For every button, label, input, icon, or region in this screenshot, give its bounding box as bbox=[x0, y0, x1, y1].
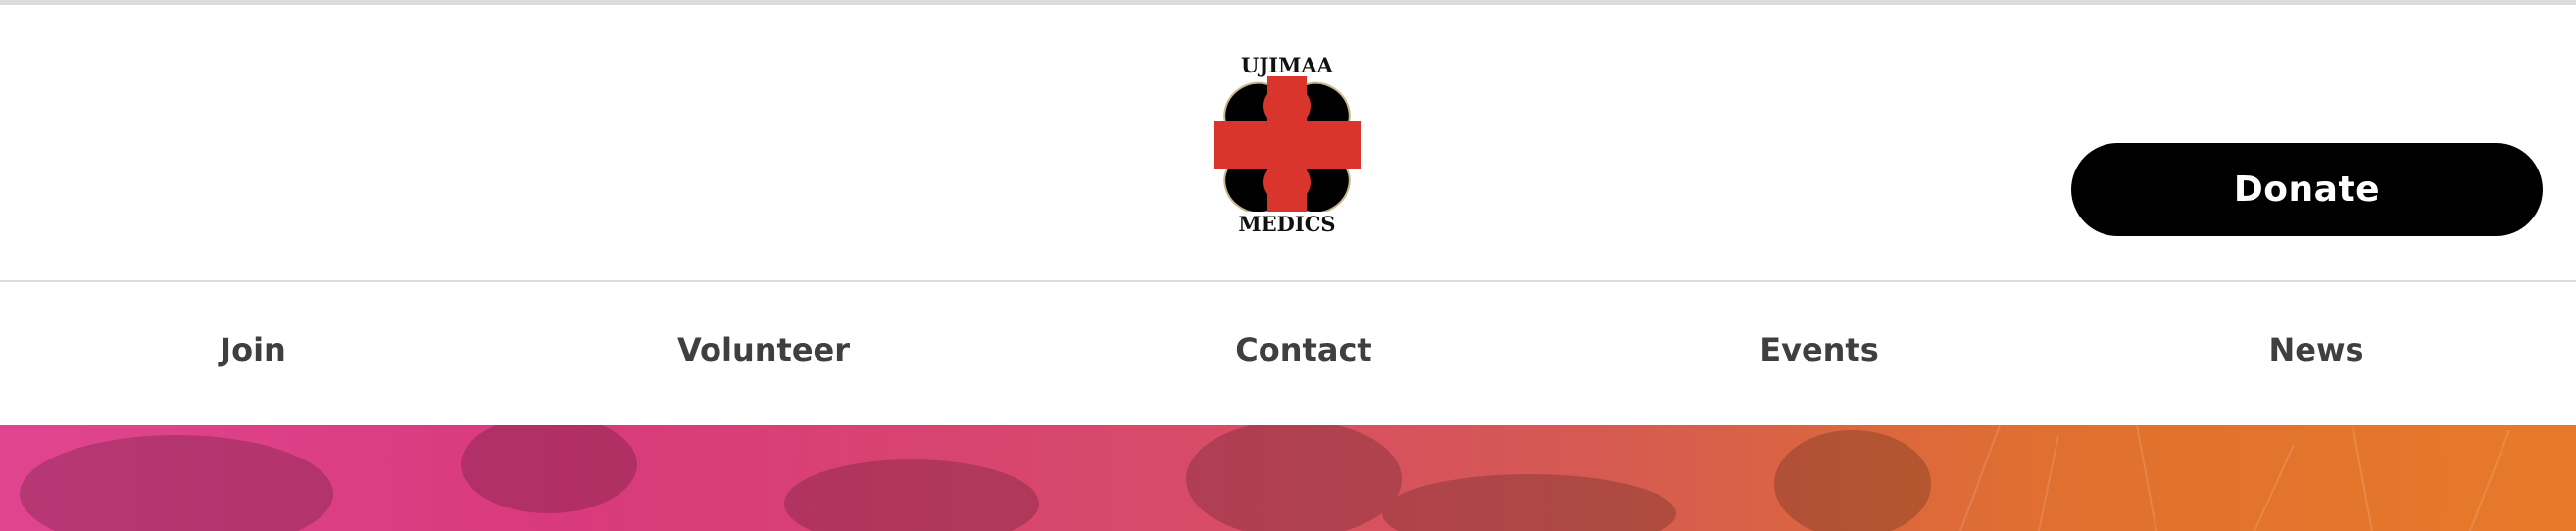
ujimaa-medics-logo-icon: UJIMAA MEDICS bbox=[1214, 55, 1361, 236]
nav-item-events[interactable]: Events bbox=[1759, 331, 1879, 368]
logo-bottom-text: MEDICS bbox=[1238, 212, 1335, 236]
nav-item-contact[interactable]: Contact bbox=[1235, 331, 1371, 368]
nav-item-news[interactable]: News bbox=[2268, 331, 2363, 368]
hero-photo-texture bbox=[20, 425, 2510, 531]
site-logo[interactable]: UJIMAA MEDICS bbox=[1214, 55, 1361, 236]
logo-top-text: UJIMAA bbox=[1241, 55, 1334, 77]
nav-item-join[interactable]: Join bbox=[220, 331, 286, 368]
hero-banner-image bbox=[0, 425, 2576, 531]
nav-item-volunteer[interactable]: Volunteer bbox=[677, 331, 850, 368]
donate-button[interactable]: Donate bbox=[2071, 143, 2543, 236]
main-navigation: Join Volunteer Contact Events News bbox=[0, 282, 2576, 425]
site-header: UJIMAA MEDICS Donate bbox=[0, 5, 2576, 282]
page: UJIMAA MEDICS Donate Join Volunteer Cont… bbox=[0, 0, 2576, 531]
